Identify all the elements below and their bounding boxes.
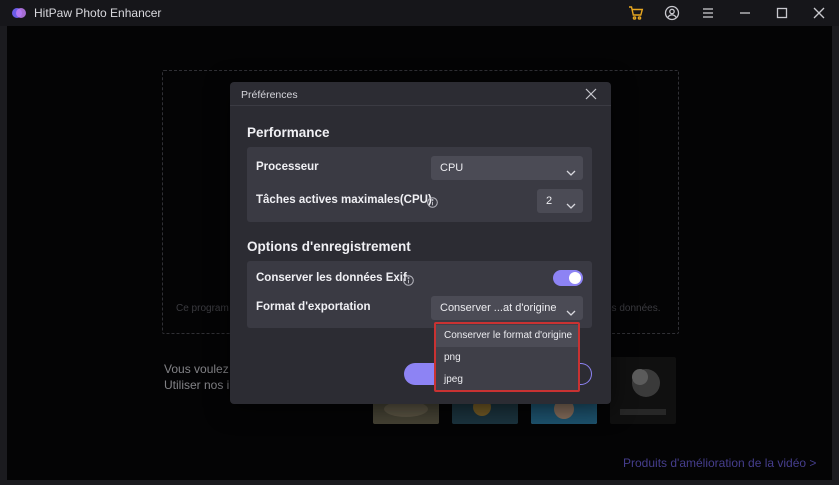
maximize-icon[interactable] — [773, 4, 791, 22]
minimize-icon[interactable] — [736, 4, 754, 22]
export-format-select[interactable]: Conserver ...at d'origine — [431, 296, 583, 320]
performance-heading: Performance — [247, 125, 330, 140]
close-window-icon[interactable] — [810, 4, 828, 22]
confirm-button[interactable] — [404, 363, 436, 385]
max-tasks-label: Tâches actives maximales(CPU) — [256, 194, 432, 206]
title-bar: HitPaw Photo Enhancer — [0, 0, 839, 26]
max-tasks-select[interactable]: 2 — [537, 189, 583, 213]
app-title: HitPaw Photo Enhancer — [34, 6, 162, 20]
export-format-label: Format d'exportation — [256, 301, 371, 313]
close-icon[interactable] — [584, 87, 598, 101]
dropdown-option[interactable]: Conserver le format d'origine — [436, 325, 578, 347]
processor-label: Processeur — [256, 161, 319, 173]
toggle-knob — [569, 272, 581, 284]
menu-icon[interactable] — [699, 4, 717, 22]
chevron-down-icon — [566, 197, 576, 209]
dropdown-option[interactable]: jpeg — [436, 369, 578, 391]
export-format-dropdown: Conserver le format d'origine png jpeg — [434, 322, 580, 392]
info-icon[interactable] — [427, 195, 438, 208]
processor-value: CPU — [440, 162, 464, 174]
save-options-panel: Conserver les données Exif Format d'expo… — [247, 261, 592, 328]
info-icon[interactable] — [403, 273, 414, 286]
processor-select[interactable]: CPU — [431, 156, 583, 180]
save-options-heading: Options d'enregistrement — [247, 239, 411, 254]
chevron-down-icon — [566, 304, 576, 316]
dialog-header: Préférences — [230, 82, 611, 106]
dialog-title: Préférences — [241, 89, 298, 101]
dropdown-option[interactable]: png — [436, 347, 578, 369]
chevron-down-icon — [566, 164, 576, 176]
exif-label: Conserver les données Exif — [256, 272, 407, 284]
account-icon[interactable] — [663, 4, 681, 22]
max-tasks-value: 2 — [546, 195, 553, 207]
performance-panel: Processeur CPU Tâches actives maximales(… — [247, 147, 592, 222]
export-format-value: Conserver ...at d'origine — [440, 302, 557, 314]
cart-icon[interactable] — [627, 4, 645, 22]
exif-toggle[interactable] — [553, 270, 583, 286]
app-logo-icon — [11, 6, 27, 20]
